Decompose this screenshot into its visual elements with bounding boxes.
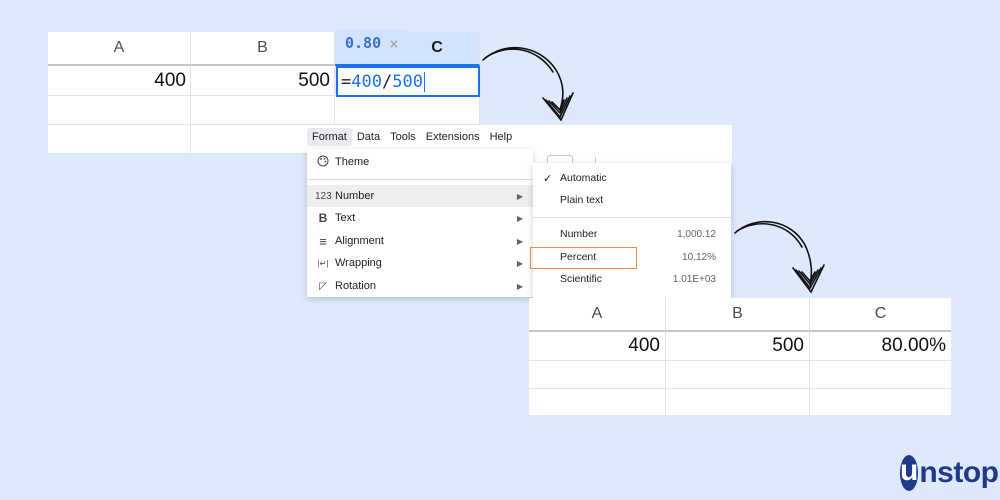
format-option-number[interactable]: Number 1,000.12	[533, 223, 731, 245]
menu-divider	[307, 179, 533, 180]
checkmark-icon: ✓	[543, 172, 553, 185]
format-option-plain-text[interactable]: Plain text	[533, 189, 731, 211]
rotation-icon: ◸	[319, 280, 327, 292]
submenu-arrow-icon: ▶	[516, 236, 523, 246]
align-icon: ≡	[319, 233, 327, 249]
menu-extensions[interactable]: Extensions	[421, 128, 485, 146]
format-option-example: 1,000.12	[677, 228, 716, 240]
percent-highlight-box	[530, 247, 637, 269]
toolbar-fragment	[533, 149, 732, 166]
formula-preview-value: 0.80	[345, 34, 382, 52]
cell-b1[interactable]: 500	[191, 66, 335, 96]
formula-ref-b1: 500	[392, 71, 423, 92]
formula-equals: =	[341, 71, 352, 92]
tooltip-pointer	[341, 56, 353, 62]
cell-value: 80.00%	[881, 335, 946, 356]
cell-b2[interactable]	[666, 361, 810, 389]
column-header-b[interactable]: B	[191, 32, 335, 66]
curved-arrow-icon	[482, 46, 574, 122]
format-option-automatic[interactable]: ✓ Automatic	[533, 167, 731, 189]
submenu-arrow-icon: ▶	[516, 191, 523, 201]
formula-preview-tooltip: 0.80 ×	[335, 30, 409, 62]
column-header-label: A	[591, 305, 603, 322]
cell-a2[interactable]	[48, 96, 191, 125]
cell-value: 500	[772, 335, 804, 356]
menu-item-label: Theme	[335, 156, 370, 168]
cell-value: 500	[298, 69, 330, 91]
column-header-a[interactable]: A	[48, 32, 191, 66]
cell-value: 400	[154, 69, 186, 91]
logo-wordmark: nstop	[919, 456, 999, 489]
cell-b3[interactable]	[666, 389, 810, 415]
menu-item-rotation[interactable]: ◸ Rotation ▶	[307, 275, 533, 297]
formula-ref-a1: 400	[351, 71, 382, 92]
cell-a1[interactable]: 400	[529, 332, 666, 361]
logo-mark: u	[900, 455, 919, 491]
number-format-icon: 123	[315, 190, 332, 202]
menu-item-theme[interactable]: Theme	[307, 151, 533, 173]
menu-item-label: Alignment	[335, 235, 384, 247]
menu-item-label: Text	[335, 212, 356, 224]
cell-value: 400	[628, 335, 660, 356]
cell-a3[interactable]	[529, 389, 666, 415]
menu-data[interactable]: Data	[352, 128, 385, 146]
spreadsheet-after: A B C 400 500 80.00%	[529, 298, 951, 415]
format-option-scientific[interactable]: Scientific 1.01E+03	[533, 268, 731, 290]
close-icon[interactable]: ×	[389, 34, 399, 53]
cell-b1[interactable]: 500	[666, 332, 810, 361]
number-format-submenu: ✓ Automatic Plain text Number 1,000.12 P…	[530, 163, 731, 298]
submenu-arrow-icon: ▶	[516, 213, 523, 223]
menu-item-label: Number	[335, 190, 375, 202]
menu-item-label: Wrapping	[335, 257, 382, 269]
bold-icon: B	[318, 211, 328, 225]
cell-c3[interactable]	[810, 389, 951, 415]
formula-cell-c1[interactable]: = 400/500	[336, 66, 480, 97]
menu-item-label: Rotation	[335, 280, 376, 292]
menu-divider	[533, 217, 731, 218]
menu-bar: Format Data Tools Extensions Help	[307, 125, 732, 149]
unstop-logo: u nstop	[900, 453, 999, 493]
column-header-label: A	[113, 39, 125, 56]
menu-help[interactable]: Help	[485, 128, 518, 146]
format-option-label: Plain text	[560, 194, 604, 206]
menu-item-number[interactable]: 123 Number ▶	[307, 185, 533, 207]
text-caret	[423, 71, 425, 92]
format-option-example: 1.01E+03	[672, 273, 716, 285]
format-menu: Theme 123 Number ▶ B Text ▶ ≡ Alignment …	[307, 149, 533, 297]
wrap-icon: |↵|	[317, 258, 329, 268]
formula-slash: /	[381, 71, 393, 92]
menu-item-text[interactable]: B Text ▶	[307, 207, 533, 229]
menu-format[interactable]: Format	[307, 128, 352, 146]
submenu-arrow-icon: ▶	[516, 281, 523, 291]
menu-item-wrapping[interactable]: |↵| Wrapping ▶	[307, 252, 533, 274]
format-option-label: Number	[560, 228, 598, 240]
palette-icon	[315, 155, 331, 170]
submenu-arrow-icon: ▶	[516, 258, 523, 268]
column-header-label: B	[732, 305, 743, 322]
column-header-b[interactable]: B	[666, 298, 810, 332]
cell-a2[interactable]	[529, 361, 666, 389]
cell-c1[interactable]: 80.00%	[810, 332, 951, 361]
format-option-label: Scientific	[560, 273, 603, 285]
curved-arrow-icon	[734, 220, 825, 294]
cell-a3[interactable]	[48, 125, 191, 154]
format-option-label: Automatic	[560, 172, 607, 184]
column-header-label: C	[874, 305, 887, 322]
column-header-label: C	[431, 39, 443, 56]
column-header-a[interactable]: A	[529, 298, 666, 332]
cell-a1[interactable]: 400	[48, 66, 191, 96]
column-header-c[interactable]: C	[810, 298, 951, 332]
cell-c2[interactable]	[335, 96, 480, 125]
cell-b2[interactable]	[191, 96, 335, 125]
cell-c2[interactable]	[810, 361, 951, 389]
format-option-example: 10.12%	[682, 251, 716, 263]
column-header-label: B	[257, 39, 268, 56]
menu-tools[interactable]: Tools	[385, 128, 421, 146]
menu-item-alignment[interactable]: ≡ Alignment ▶	[307, 230, 533, 252]
